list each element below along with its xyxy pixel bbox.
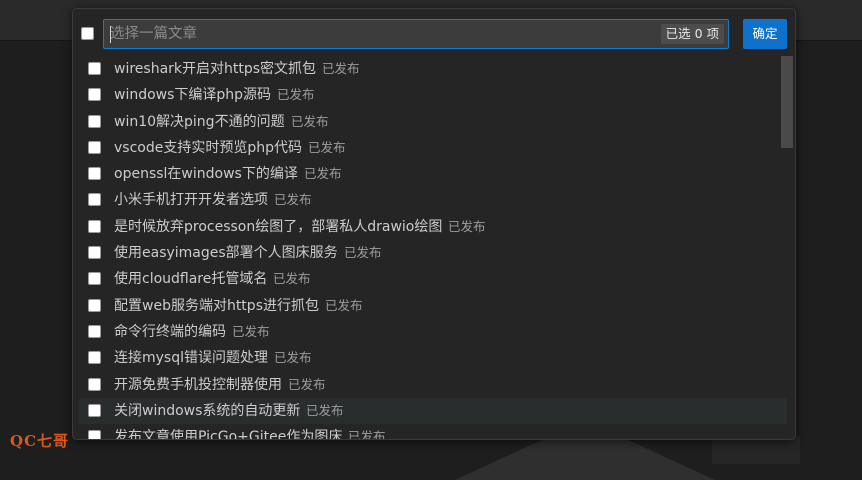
item-checkbox[interactable] bbox=[88, 167, 101, 181]
search-input-box[interactable]: 已选 0 项 bbox=[103, 19, 729, 49]
item-checkbox[interactable] bbox=[88, 246, 101, 260]
scrollbar-thumb[interactable] bbox=[781, 56, 793, 148]
item-title: wireshark开启对https密文抓包 bbox=[114, 61, 317, 77]
text-caret bbox=[110, 26, 111, 43]
item-title: 命令行终端的编码 bbox=[114, 323, 226, 340]
article-list: wireshark开启对https密文抓包 已发布 windows下编译php源码已… bbox=[79, 56, 787, 439]
item-checkbox[interactable] bbox=[88, 114, 101, 128]
list-item[interactable]: 发布文章使用PicGo+Gitee作为图床 已发布 bbox=[79, 424, 787, 439]
list-item[interactable]: windows下编译php源码 已发布 bbox=[79, 82, 787, 108]
list-scrollbar[interactable] bbox=[779, 56, 795, 439]
item-status: 已发布 bbox=[325, 297, 363, 313]
item-title: 开源免费手机投控制器使用 bbox=[114, 376, 282, 393]
item-status: 已发布 bbox=[274, 350, 312, 366]
item-status: 已发布 bbox=[274, 192, 312, 208]
search-input[interactable] bbox=[104, 20, 654, 48]
list-item[interactable]: 使用cloudflare托管域名 已发布 bbox=[79, 266, 787, 292]
item-title: 关闭windows系统的自动更新 bbox=[114, 402, 301, 419]
item-title: 使用easyimages部署个人图床服务 bbox=[114, 245, 338, 262]
item-status: 已发布 bbox=[291, 113, 329, 129]
list-item[interactable]: openssl在windows下的编译 已发布 bbox=[79, 161, 787, 187]
item-title: openssl在windows下的编译 bbox=[114, 166, 298, 183]
item-checkbox[interactable] bbox=[88, 351, 101, 365]
background-panel bbox=[712, 436, 800, 464]
list-item[interactable]: win10解决ping不通的问题 已发布 bbox=[79, 109, 787, 135]
item-title: 连接mysql错误问题处理 bbox=[114, 350, 268, 367]
item-status: 已发布 bbox=[308, 139, 346, 155]
item-checkbox[interactable] bbox=[88, 193, 101, 207]
item-title: windows下编译php源码 bbox=[114, 87, 272, 104]
quick-pick-header: 已选 0 项 确定 bbox=[73, 9, 795, 55]
list-item[interactable]: 使用easyimages部署个人图床服务 已发布 bbox=[79, 240, 787, 266]
item-checkbox[interactable] bbox=[88, 62, 101, 75]
list-item[interactable]: 小米手机打开开发者选项 已发布 bbox=[79, 187, 787, 213]
item-status: 已发布 bbox=[322, 61, 360, 76]
list-item[interactable]: 是时候放弃processon绘图了，部署私人drawio绘图 已发布 bbox=[79, 214, 787, 240]
item-checkbox[interactable] bbox=[88, 219, 101, 233]
item-title: win10解决ping不通的问题 bbox=[114, 113, 285, 130]
list-item[interactable]: 关闭windows系统的自动更新 已发布 bbox=[79, 397, 787, 425]
selection-count-badge: 已选 0 项 bbox=[660, 24, 724, 44]
item-status: 已发布 bbox=[448, 218, 486, 234]
item-status: 已发布 bbox=[344, 245, 382, 261]
item-checkbox[interactable] bbox=[88, 88, 101, 102]
item-status: 已发布 bbox=[232, 323, 270, 339]
item-checkbox[interactable] bbox=[88, 377, 101, 391]
list-item[interactable]: 配置web服务端对https进行抓包 已发布 bbox=[79, 293, 787, 319]
item-checkbox[interactable] bbox=[88, 324, 101, 338]
item-checkbox[interactable] bbox=[88, 298, 101, 312]
item-status: 已发布 bbox=[306, 402, 344, 418]
list-item[interactable]: 连接mysql错误问题处理 已发布 bbox=[79, 345, 787, 371]
item-status: 已发布 bbox=[277, 87, 315, 103]
list-item[interactable]: 命令行终端的编码 已发布 bbox=[79, 319, 787, 345]
item-title: 小米手机打开开发者选项 bbox=[114, 192, 268, 209]
list-item[interactable]: 开源免费手机投控制器使用 已发布 bbox=[79, 372, 787, 398]
item-title: vscode支持实时预览php代码 bbox=[114, 139, 302, 156]
ok-button[interactable]: 确定 bbox=[743, 19, 787, 49]
item-checkbox[interactable] bbox=[88, 272, 101, 286]
item-status: 已发布 bbox=[288, 376, 326, 392]
item-title: 配置web服务端对https进行抓包 bbox=[114, 297, 319, 314]
watermark-logo: QC七哥 bbox=[10, 432, 70, 450]
item-status: 已发布 bbox=[304, 166, 342, 182]
list-item[interactable]: wireshark开启对https密文抓包 已发布 bbox=[79, 56, 787, 82]
item-title: 是时候放弃processon绘图了，部署私人drawio绘图 bbox=[114, 218, 443, 235]
list-item[interactable]: vscode支持实时预览php代码 已发布 bbox=[79, 135, 787, 161]
quick-pick-dialog: 已选 0 项 确定 wireshark开启对https密文抓包已发布window… bbox=[72, 8, 796, 440]
item-status: 已发布 bbox=[348, 429, 386, 439]
item-checkbox[interactable] bbox=[88, 140, 101, 154]
item-title: 发布文章使用PicGo+Gitee作为图床 bbox=[114, 429, 343, 439]
item-title: 使用cloudflare托管域名 bbox=[114, 271, 268, 288]
select-all-checkbox[interactable] bbox=[81, 27, 94, 40]
item-status: 已发布 bbox=[273, 271, 311, 287]
item-checkbox[interactable] bbox=[88, 430, 101, 439]
item-checkbox[interactable] bbox=[88, 403, 101, 417]
